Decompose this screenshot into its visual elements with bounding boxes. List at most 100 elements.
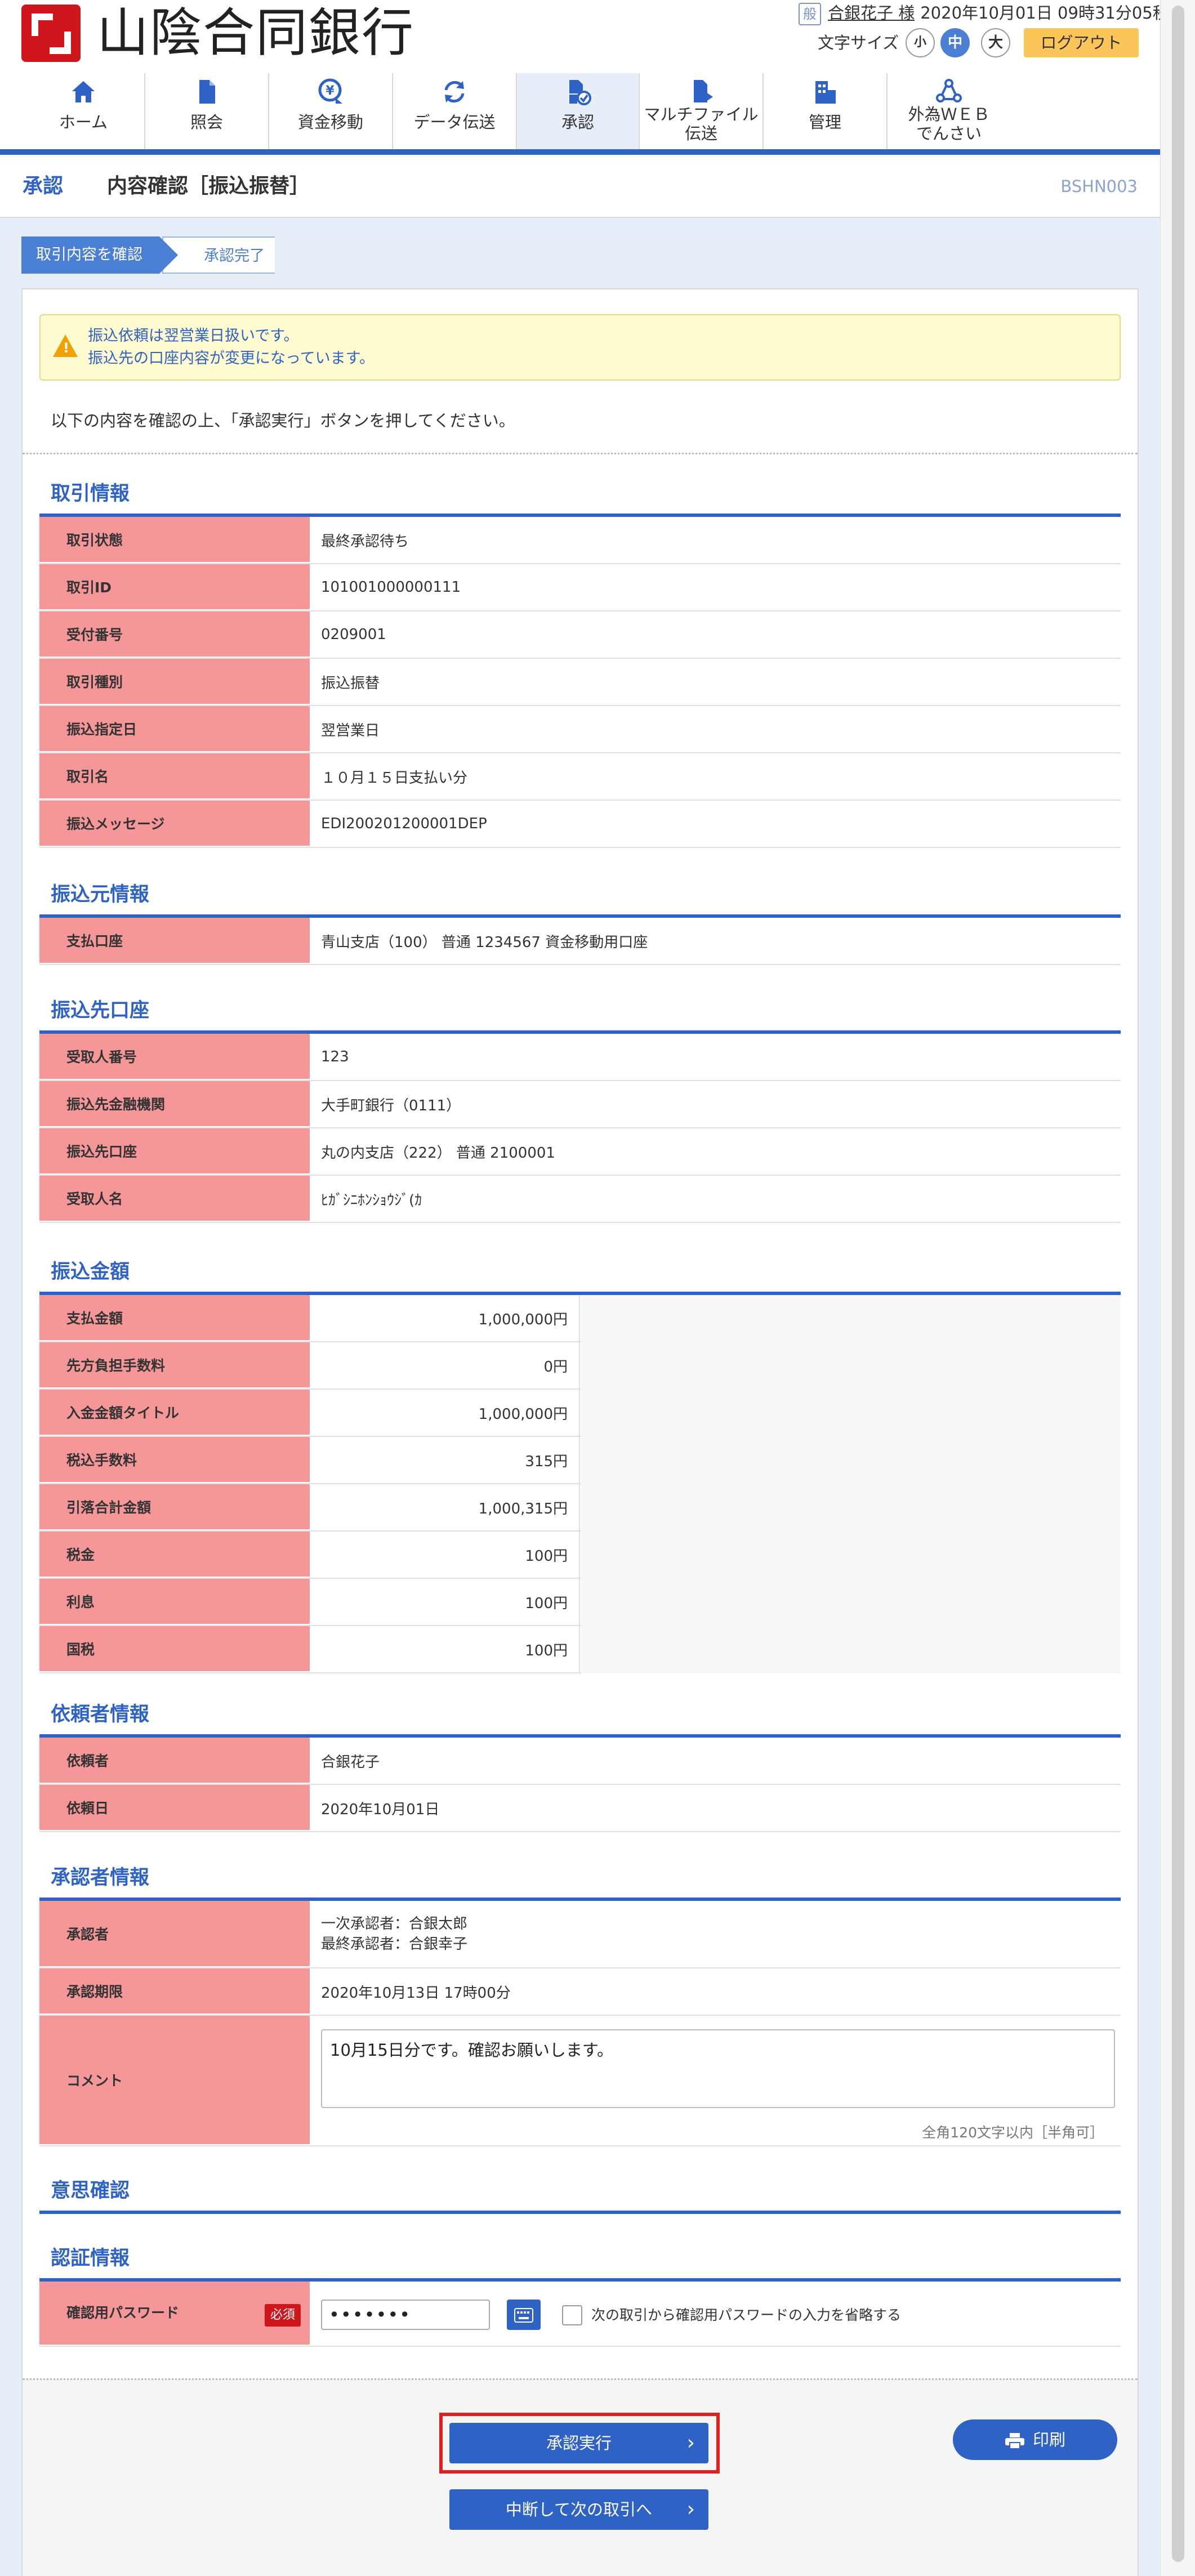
user-info: 般合銀花子 様 2020年10月01日 09時31分05秒 <box>799 1 1169 25</box>
comment-limit-note: 全角120文字以内［半角可］ <box>922 2124 1104 2141</box>
font-size-large-button[interactable]: 大 <box>981 28 1010 57</box>
section-title: 振込金額 <box>51 1261 130 1283</box>
table-row: 税込手数料 315円 <box>39 1437 1121 1484</box>
section-transaction: 取引情報 取引状態 最終承認待ち 取引ID 101001000000111 受付番号… <box>39 480 1121 848</box>
table-row: 引落合計金額 1,000,315円 <box>39 1484 1121 1532</box>
nav-underline <box>0 149 1160 155</box>
page-category: 承認 <box>23 175 64 198</box>
table-row: 先方負担手数料 0円 <box>39 1342 1121 1390</box>
table-row: 支払金額 1,000,000円 <box>39 1295 1121 1342</box>
font-size-label: 文字サイズ <box>818 33 899 52</box>
bank-name: 山陰合同銀行 <box>97 3 415 63</box>
home-icon <box>69 78 97 106</box>
comment-textarea[interactable]: 10月15日分です。確認お願いします。 <box>321 2029 1115 2108</box>
logout-button[interactable]: ログアウト <box>1024 28 1139 57</box>
nav-approval[interactable]: 承認 <box>517 73 640 149</box>
multifile-icon <box>687 78 715 106</box>
table-row: コメント 10月15日分です。確認お願いします。 全角120文字以内［半角可］ <box>39 2016 1121 2146</box>
section-title: 認証情報 <box>51 2247 130 2270</box>
network-icon <box>935 78 963 106</box>
table-row: 取引ID 101001000000111 <box>39 564 1121 611</box>
table-row: 依頼日 2020年10月01日 <box>39 1785 1121 1832</box>
step-complete: 承認完了 <box>162 236 275 274</box>
building-icon <box>811 78 839 106</box>
sync-icon <box>440 78 469 106</box>
table-row: 承認期限 2020年10月13日 17時00分 <box>39 1968 1121 2016</box>
nav-fund-transfer[interactable]: ¥ 資金移動 <box>269 73 393 149</box>
document-icon <box>193 78 221 106</box>
keyboard-icon <box>514 2307 533 2323</box>
printer-icon <box>1005 2433 1024 2449</box>
print-button[interactable]: 印刷 <box>953 2419 1117 2460</box>
instruction-text: 以下の内容を確認の上、「承認実行」ボタンを押してください。 <box>51 411 515 430</box>
section-requester: 依頼者情報 依頼者 合銀花子 依頼日 2020年10月01日 <box>39 1700 1121 1841</box>
approval-icon <box>564 78 592 106</box>
section-source: 振込元情報 支払口座 青山支店（100） 普通 1234567 資金移動用口座 <box>39 881 1121 971</box>
nav-forex-densai[interactable]: 外為ＷＥＢ でんさい <box>888 73 1010 149</box>
nav-home[interactable]: ホーム <box>23 73 145 149</box>
section-title: 依頼者情報 <box>51 1703 150 1726</box>
suspend-next-button[interactable]: 中断して次の取引へ › <box>449 2489 708 2530</box>
step-confirm: 取引内容を確認 <box>21 236 178 274</box>
table-row: 受付番号 0209001 <box>39 611 1121 659</box>
section-title: 振込先口座 <box>51 999 150 1022</box>
action-footer: 承認実行 › 中断して次の取引へ › 印刷 <box>23 2378 1138 2576</box>
table-row: 利息 100円 <box>39 1579 1121 1626</box>
table-row: 国税 100円 <box>39 1626 1121 1673</box>
login-datetime: 2020年10月01日 09時31分05秒 <box>920 3 1169 23</box>
table-row: 入金金額タイトル 1,000,000円 <box>39 1390 1121 1437</box>
table-row: 取引状態 最終承認待ち <box>39 517 1121 564</box>
yen-transfer-icon: ¥ <box>316 78 345 106</box>
nav-management[interactable]: 管理 <box>764 73 888 149</box>
svg-text:¥: ¥ <box>325 84 335 98</box>
divider <box>23 453 1138 454</box>
nav-data-transmission[interactable]: データ伝送 <box>393 73 517 149</box>
font-size-medium-button[interactable]: 中 <box>940 28 970 57</box>
required-badge: 必須 <box>265 2304 301 2327</box>
section-intent: 意思確認 <box>39 2177 1121 2222</box>
skip-password-label[interactable]: 次の取引から確認用パスワードの入力を省略する <box>591 2304 901 2327</box>
table-row: 振込先金融機関 大手町銀行（0111） <box>39 1081 1121 1128</box>
nav-multi-file-transmission[interactable]: マルチファイル 伝送 <box>640 73 764 149</box>
header: 山陰合同銀行 般合銀花子 様 2020年10月01日 09時31分05秒 文字サイ… <box>0 0 1169 155</box>
table-row: 取引種別 振込振替 <box>39 659 1121 706</box>
section-destination: 振込先口座 受取人番号 123 振込先金融機関 大手町銀行（0111） 振込先口座丸… <box>39 997 1121 1233</box>
warning-icon: ! <box>53 334 78 357</box>
user-type-icon: 般 <box>799 3 821 25</box>
main-panel: ! 振込依頼は翌営業日扱いです。 振込先の口座内容が変更になっています。 以下の… <box>21 288 1139 2576</box>
skip-password-checkbox[interactable] <box>562 2305 582 2325</box>
page-title: 内容確認［振込振替］ <box>107 175 310 198</box>
page-title-bar: 承認 内容確認［振込振替］ BSHN003 <box>0 155 1160 218</box>
section-title: 取引情報 <box>51 483 130 505</box>
font-size-small-button[interactable]: 小 <box>906 28 935 57</box>
chevron-right-icon: › <box>686 2498 695 2521</box>
warning-message: ! 振込依頼は翌営業日扱いです。 振込先の口座内容が変更になっています。 <box>39 314 1121 381</box>
vertical-scrollbar[interactable] <box>1160 0 1195 2576</box>
software-keyboard-button[interactable] <box>507 2300 541 2330</box>
table-row: 振込メッセージ EDI200201200001DEP <box>39 801 1121 848</box>
password-input[interactable]: ••••••• <box>321 2300 490 2330</box>
nav-inquiry[interactable]: 照会 <box>145 73 269 149</box>
section-title: 承認者情報 <box>51 1867 150 1889</box>
bank-logo-icon[interactable] <box>21 5 81 62</box>
table-row: 依頼者 合銀花子 <box>39 1738 1121 1785</box>
section-approver: 承認者情報 承認者 一次承認者：合銀太郎 最終承認者：合銀幸子 承認期限 2020… <box>39 1864 1121 2179</box>
table-row: 振込先口座 丸の内支店（222） 普通 2100001 <box>39 1128 1121 1176</box>
table-row: 受取人名 ﾋｶﾞｼﾆﾎﾝｼｮｳｼﾞ(ｶ <box>39 1176 1121 1223</box>
table-row: 税金 100円 <box>39 1532 1121 1579</box>
global-nav: ホーム 照会 ¥ 資金移動 データ伝送 承認 マルチファイル 伝送 管理 外為Ｗ… <box>23 73 1160 152</box>
table-row: 振込指定日 翌営業日 <box>39 706 1121 753</box>
chevron-right-icon: › <box>686 2431 695 2454</box>
table-row: 承認者 一次承認者：合銀太郎 最終承認者：合銀幸子 <box>39 1901 1121 1968</box>
scrollbar-thumb[interactable] <box>1172 6 1184 2562</box>
section-title: 意思確認 <box>51 2180 130 2202</box>
table-row: 取引名 １０月１５日支払い分 <box>39 753 1121 801</box>
section-amount: 振込金額 支払金額 1,000,000円 先方負担手数料 0円 入金金額タイトル 1,… <box>39 1258 1121 1686</box>
section-auth: 認証情報 確認用パスワード 必須 ••••••• 次の取引から確認用パスワードの… <box>39 2244 1121 2357</box>
screen-code: BSHN003 <box>1060 177 1138 196</box>
table-row: 確認用パスワード 必須 ••••••• 次の取引から確認用パスワードの入力を省略… <box>39 2282 1121 2347</box>
table-row: 支払口座 青山支店（100） 普通 1234567 資金移動用口座 <box>39 918 1121 965</box>
user-name-link[interactable]: 合銀花子 様 <box>828 3 915 23</box>
table-row: 受取人番号 123 <box>39 1034 1121 1081</box>
approve-button[interactable]: 承認実行 › <box>449 2423 708 2463</box>
